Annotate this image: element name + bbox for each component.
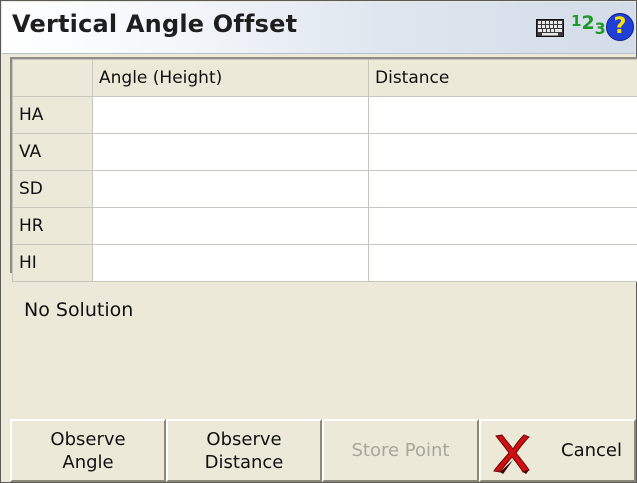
row-label-va: VA	[12, 133, 93, 171]
sd-angle-cell[interactable]	[92, 170, 369, 208]
store-point-label: Store Point	[351, 440, 450, 461]
store-point-button[interactable]: Store Point	[322, 419, 479, 482]
input-mode-digit-1: 1	[571, 12, 582, 30]
cancel-label: Cancel	[561, 440, 622, 461]
keyboard-icon[interactable]	[536, 19, 564, 37]
observe-distance-button[interactable]: Observe Distance	[166, 419, 322, 482]
red-x-icon	[493, 434, 530, 474]
observe-angle-button[interactable]: Observe Angle	[10, 419, 166, 482]
grid-row-hr: HR	[12, 207, 637, 245]
observe-distance-label: Observe Distance	[204, 428, 284, 473]
grid-row-va: VA	[12, 133, 637, 171]
grid-row-ha: HA	[12, 96, 637, 134]
grid-row-sd: SD	[12, 170, 637, 208]
row-label-ha: HA	[12, 96, 93, 134]
dialog-window: Vertical Angle Offset 123 ? Angle (Heigh…	[0, 0, 637, 483]
ha-angle-cell[interactable]	[92, 96, 369, 134]
solution-status: No Solution	[24, 299, 134, 321]
input-mode-digit-3: 3	[594, 19, 606, 38]
observation-grid: Angle (Height) Distance HA VA SD HR HI	[10, 57, 637, 282]
column-header-distance[interactable]: Distance	[368, 59, 637, 97]
va-angle-cell[interactable]	[92, 133, 369, 171]
column-header-angle[interactable]: Angle (Height)	[92, 59, 369, 97]
hi-distance-cell[interactable]	[368, 244, 637, 282]
title-bar: Vertical Angle Offset 123 ?	[2, 2, 635, 54]
grid-row-hi: HI	[12, 244, 637, 282]
grid-corner-header	[12, 59, 93, 97]
va-distance-cell[interactable]	[368, 133, 637, 171]
ha-distance-cell[interactable]	[368, 96, 637, 134]
row-label-sd: SD	[12, 170, 93, 208]
numeric-input-icon[interactable]: 123	[571, 12, 606, 38]
observe-angle-label: Observe Angle	[50, 428, 126, 473]
row-label-hr: HR	[12, 207, 93, 245]
grid-header-row: Angle (Height) Distance	[12, 59, 637, 97]
window-title: Vertical Angle Offset	[12, 10, 298, 38]
row-label-hi: HI	[12, 244, 93, 282]
help-icon[interactable]: ?	[606, 13, 634, 41]
sd-distance-cell[interactable]	[368, 170, 637, 208]
hr-angle-cell[interactable]	[92, 207, 369, 245]
cancel-button[interactable]: Cancel	[479, 419, 636, 482]
input-mode-digit-2: 2	[581, 12, 595, 34]
hr-distance-cell[interactable]	[368, 207, 637, 245]
hi-angle-cell[interactable]	[92, 244, 369, 282]
